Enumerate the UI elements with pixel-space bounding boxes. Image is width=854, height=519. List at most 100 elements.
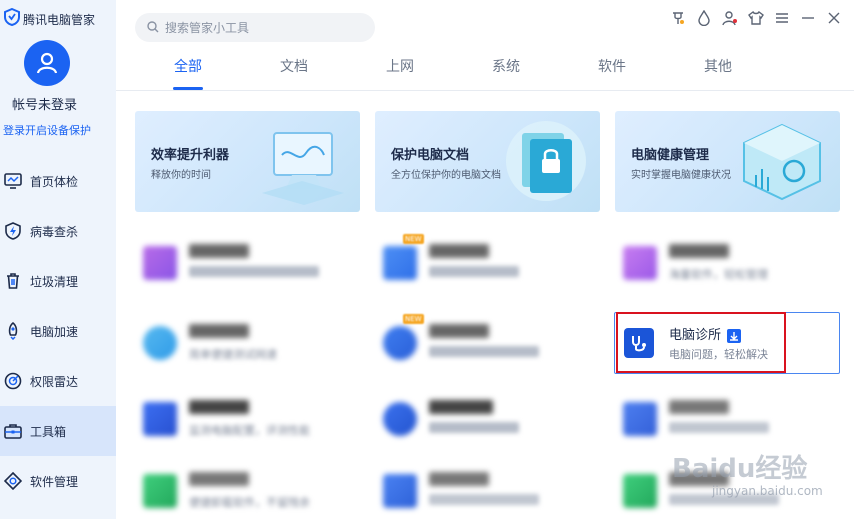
tabs-divider [116, 90, 854, 91]
sidebar-item-label: 病毒查杀 [30, 224, 79, 239]
tool-app-icon [143, 402, 177, 436]
tool-item[interactable]: 便捷卸载软件，不留残余 [135, 462, 359, 519]
tab-documents[interactable]: 文档 [241, 56, 347, 84]
tool-title-blurred [189, 472, 249, 486]
banner-doc-protection[interactable]: 保护电脑文档 全方位保护你的电脑文档 [375, 111, 600, 212]
window-controls [669, 9, 842, 26]
tool-app-icon [143, 474, 177, 508]
tool-item[interactable] [375, 390, 599, 450]
tool-item[interactable]: NEW [375, 314, 599, 374]
tab-all[interactable]: 全部 [135, 56, 241, 90]
monitor-illustration-icon [262, 132, 344, 205]
drop-icon[interactable] [695, 9, 712, 26]
sidebar-item-home-check[interactable]: 首页体检 [0, 156, 116, 206]
tool-item[interactable] [615, 390, 839, 450]
tab-system[interactable]: 系统 [453, 56, 559, 84]
sidebar-item-virus-scan[interactable]: 病毒查杀 [0, 206, 116, 256]
search-icon [147, 18, 159, 37]
tool-item[interactable] [375, 462, 599, 519]
tool-app-icon [623, 474, 657, 508]
health-cube-illustration-icon [743, 123, 821, 201]
tool-title-blurred [429, 472, 489, 486]
sidebar-item-speedup[interactable]: 电脑加速 [0, 306, 116, 356]
sidebar-item-label: 垃圾清理 [30, 274, 79, 289]
tool-title-blurred [429, 324, 489, 338]
banner-title: 电脑健康管理 [631, 148, 710, 163]
minimize-icon[interactable] [799, 9, 816, 26]
search-box[interactable] [135, 13, 375, 42]
sidebar-item-permission-radar[interactable]: 权限雷达 [0, 356, 116, 406]
avatar[interactable] [24, 40, 70, 86]
tool-app-icon [383, 474, 417, 508]
tab-software[interactable]: 软件 [559, 56, 665, 84]
category-tabs: 全部 文档 上网 系统 软件 其他 [135, 56, 771, 90]
sidebar-item-software-manager[interactable]: 软件管理 [0, 456, 116, 506]
apps-icon [4, 472, 22, 490]
sidebar: 腾讯电脑管家 帐号未登录 登录开启设备保护 首页体检 病毒查杀 垃圾清理 电脑加… [0, 0, 116, 519]
sidebar-item-label: 工具箱 [30, 424, 67, 439]
close-icon[interactable] [825, 9, 842, 26]
tool-desc-blurred [429, 494, 539, 505]
tool-item[interactable]: 监测电脑配置，评测性能 [135, 390, 359, 450]
banner-title: 效率提升利器 [151, 148, 230, 163]
new-badge: NEW [403, 314, 424, 324]
login-link[interactable]: 登录开启设备保护 [3, 122, 91, 138]
new-badge: NEW [403, 234, 424, 244]
tool-title-blurred [429, 244, 489, 258]
sidebar-item-label: 电脑加速 [30, 324, 79, 339]
tool-app-icon [623, 246, 657, 280]
watermark-url: jingyan.baidu.com [712, 484, 823, 498]
sidebar-item-label: 软件管理 [30, 474, 79, 489]
banner-subtitle: 释放你的时间 [151, 170, 211, 181]
tool-app-icon [143, 246, 177, 280]
tab-other[interactable]: 其他 [665, 56, 771, 84]
tool-app-icon [623, 402, 657, 436]
tool-title-blurred [189, 400, 249, 414]
menu-icon[interactable] [773, 9, 790, 26]
sidebar-item-junk-clean[interactable]: 垃圾清理 [0, 256, 116, 306]
tool-desc: 简单便捷测试网速 [189, 348, 277, 361]
trash-icon [4, 272, 22, 290]
sidebar-item-label: 首页体检 [30, 174, 79, 189]
banner-health[interactable]: 电脑健康管理 实时掌握电脑健康状况 [615, 111, 840, 212]
tool-desc: 监测电脑配置，评测性能 [189, 424, 310, 437]
annotation-highlight-box [616, 312, 786, 373]
tool-desc: 海量软件，轻松管理 [669, 268, 768, 281]
tool-desc-blurred [429, 266, 519, 277]
tool-app-icon [383, 246, 417, 280]
watermark: Baidu经验 [672, 454, 808, 484]
monitor-icon [4, 172, 22, 190]
tool-desc-blurred [669, 422, 769, 433]
tool-item[interactable]: 海量软件，轻松管理 [615, 234, 839, 294]
banner-efficiency[interactable]: 效率提升利器 释放你的时间 [135, 111, 360, 212]
user-settings-icon[interactable] [721, 9, 738, 26]
sidebar-item-toolbox[interactable]: 工具箱 [0, 406, 116, 456]
banner-title: 保护电脑文档 [391, 148, 470, 163]
tab-internet[interactable]: 上网 [347, 56, 453, 84]
tool-desc-blurred [429, 422, 519, 433]
app-title: 腾讯电脑管家 [23, 12, 96, 27]
document-lock-illustration-icon [506, 121, 586, 201]
tool-app-icon [383, 326, 417, 360]
hint-bulb-icon[interactable] [669, 9, 686, 26]
tool-title-blurred [669, 244, 729, 258]
tool-title-blurred [429, 400, 493, 414]
tool-desc-blurred [189, 266, 319, 277]
tool-app-icon [143, 326, 177, 360]
banner-subtitle: 全方位保护你的电脑文档 [391, 170, 501, 181]
shield-bolt-icon [4, 222, 22, 240]
tool-item[interactable]: NEW [375, 234, 599, 294]
search-input[interactable] [165, 20, 355, 35]
skin-shirt-icon[interactable] [747, 9, 764, 26]
account-status[interactable]: 帐号未登录 [12, 94, 77, 113]
tool-item[interactable] [135, 234, 359, 294]
user-icon [36, 52, 58, 74]
tool-item[interactable]: 简单便捷测试网速 [135, 314, 359, 374]
toolbox-icon [4, 422, 22, 440]
app-logo-icon [4, 7, 20, 30]
tool-app-icon [383, 402, 417, 436]
tool-desc-blurred [429, 346, 539, 357]
tool-desc: 便捷卸载软件，不留残余 [189, 496, 310, 509]
tool-title-blurred [669, 400, 729, 414]
rocket-icon [4, 322, 22, 340]
